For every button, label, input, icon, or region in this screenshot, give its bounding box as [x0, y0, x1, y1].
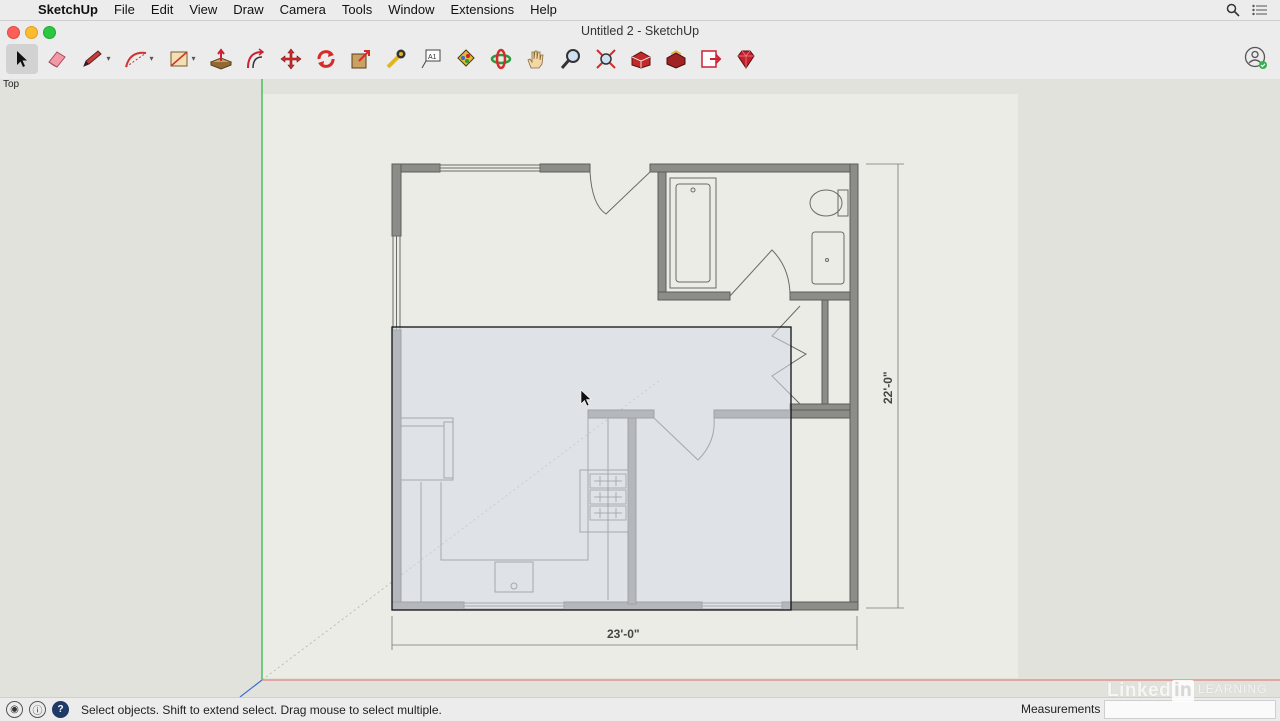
- blue-axis: [239, 679, 263, 697]
- ruby-icon: [737, 50, 755, 69]
- scale-tool-button[interactable]: [345, 44, 377, 74]
- warehouse-icon: [631, 51, 651, 69]
- tape-measure-icon: [386, 49, 406, 69]
- help-icon[interactable]: ?: [52, 701, 69, 718]
- line-tool-button[interactable]: ▾: [76, 44, 116, 74]
- measurements-input[interactable]: [1104, 700, 1276, 719]
- layout-icon: [701, 50, 722, 68]
- watermark-brand: Linked: [1107, 680, 1172, 701]
- pencil-icon: [83, 50, 103, 67]
- menu-extensions[interactable]: Extensions: [442, 0, 522, 20]
- rectangle-tool-button[interactable]: ▾: [162, 44, 202, 74]
- menu-app-name[interactable]: SketchUp: [30, 0, 106, 20]
- chevron-down-icon: ▾: [106, 54, 111, 63]
- push-pull-tool-button[interactable]: [205, 44, 237, 74]
- push-pull-icon: [209, 48, 233, 70]
- spotlight-search-icon[interactable]: [1226, 3, 1240, 17]
- watermark-in: in: [1172, 680, 1195, 702]
- geo-location-icon[interactable]: ◉: [6, 701, 23, 718]
- text-icon: A1: [421, 49, 441, 69]
- menu-camera[interactable]: Camera: [272, 0, 334, 20]
- menu-edit[interactable]: Edit: [143, 0, 181, 20]
- menu-draw[interactable]: Draw: [225, 0, 271, 20]
- zoom-extents-icon: [596, 49, 616, 69]
- select-tool-button[interactable]: [6, 44, 38, 74]
- extension-warehouse-icon: [666, 50, 686, 69]
- arc-tool-button[interactable]: ▾: [119, 44, 159, 74]
- scale-icon: [351, 50, 370, 69]
- rotate-icon: [317, 50, 335, 68]
- eraser-tool-button[interactable]: [41, 44, 73, 74]
- menu-view[interactable]: View: [181, 0, 225, 20]
- credits-icon[interactable]: ⓘ: [29, 701, 46, 718]
- menu-bar: SketchUp File Edit View Draw Camera Tool…: [0, 0, 1280, 21]
- extension-warehouse-button[interactable]: [660, 44, 692, 74]
- orbit-tool-button[interactable]: [485, 44, 517, 74]
- rectangle-icon: [170, 51, 188, 67]
- dimension-width-label: 23'-0": [607, 627, 640, 641]
- status-message: Select objects. Shift to extend select. …: [81, 702, 442, 717]
- window-titlebar: Untitled 2 - SketchUp ▾ ▾ ▾ A1: [0, 21, 1280, 80]
- account-icon[interactable]: [1244, 46, 1268, 70]
- floor-plan-model[interactable]: 22'-0" 23'-0": [0, 79, 1280, 697]
- extension-manager-button[interactable]: [730, 44, 762, 74]
- measurements-label: Measurements: [1021, 702, 1101, 716]
- notification-center-icon[interactable]: [1252, 4, 1268, 16]
- hand-icon: [527, 50, 544, 69]
- svg-text:A1: A1: [428, 54, 437, 61]
- move-tool-button[interactable]: [275, 44, 307, 74]
- drawing-viewport[interactable]: Top 22'-0" 23'-0": [0, 79, 1280, 697]
- watermark-learning: LEARNING: [1198, 682, 1268, 696]
- paint-bucket-tool-button[interactable]: [450, 44, 482, 74]
- status-bar: ◉ ⓘ ? Select objects. Shift to extend se…: [0, 697, 1280, 721]
- 3d-warehouse-button[interactable]: [625, 44, 657, 74]
- menu-help[interactable]: Help: [522, 0, 565, 20]
- linkedin-learning-watermark: Linked in LEARNING: [1107, 680, 1267, 702]
- offset-icon: [247, 48, 265, 69]
- arc-icon: [125, 51, 147, 68]
- paint-bucket-icon: [457, 49, 475, 67]
- menu-window[interactable]: Window: [380, 0, 442, 20]
- chevron-down-icon: ▾: [149, 54, 154, 63]
- main-toolbar: ▾ ▾ ▾ A1: [6, 43, 765, 75]
- menu-file[interactable]: File: [106, 0, 143, 20]
- text-tool-button[interactable]: A1: [415, 44, 447, 74]
- move-icon: [280, 48, 302, 70]
- pan-tool-button[interactable]: [520, 44, 552, 74]
- eraser-icon: [48, 51, 66, 68]
- zoom-tool-button[interactable]: [555, 44, 587, 74]
- menu-tools[interactable]: Tools: [334, 0, 380, 20]
- chevron-down-icon: ▾: [191, 54, 196, 63]
- dimension-height-label: 22'-0": [881, 371, 895, 404]
- rotate-tool-button[interactable]: [310, 44, 342, 74]
- window-title: Untitled 2 - SketchUp: [580, 24, 700, 38]
- offset-tool-button[interactable]: [240, 44, 272, 74]
- orbit-icon: [490, 48, 512, 70]
- arrow-cursor-icon: [17, 51, 27, 67]
- magnifier-icon: [560, 49, 580, 69]
- tape-measure-tool-button[interactable]: [380, 44, 412, 74]
- send-to-layout-button[interactable]: [695, 44, 727, 74]
- zoom-extents-tool-button[interactable]: [590, 44, 622, 74]
- selection-box[interactable]: [391, 326, 792, 611]
